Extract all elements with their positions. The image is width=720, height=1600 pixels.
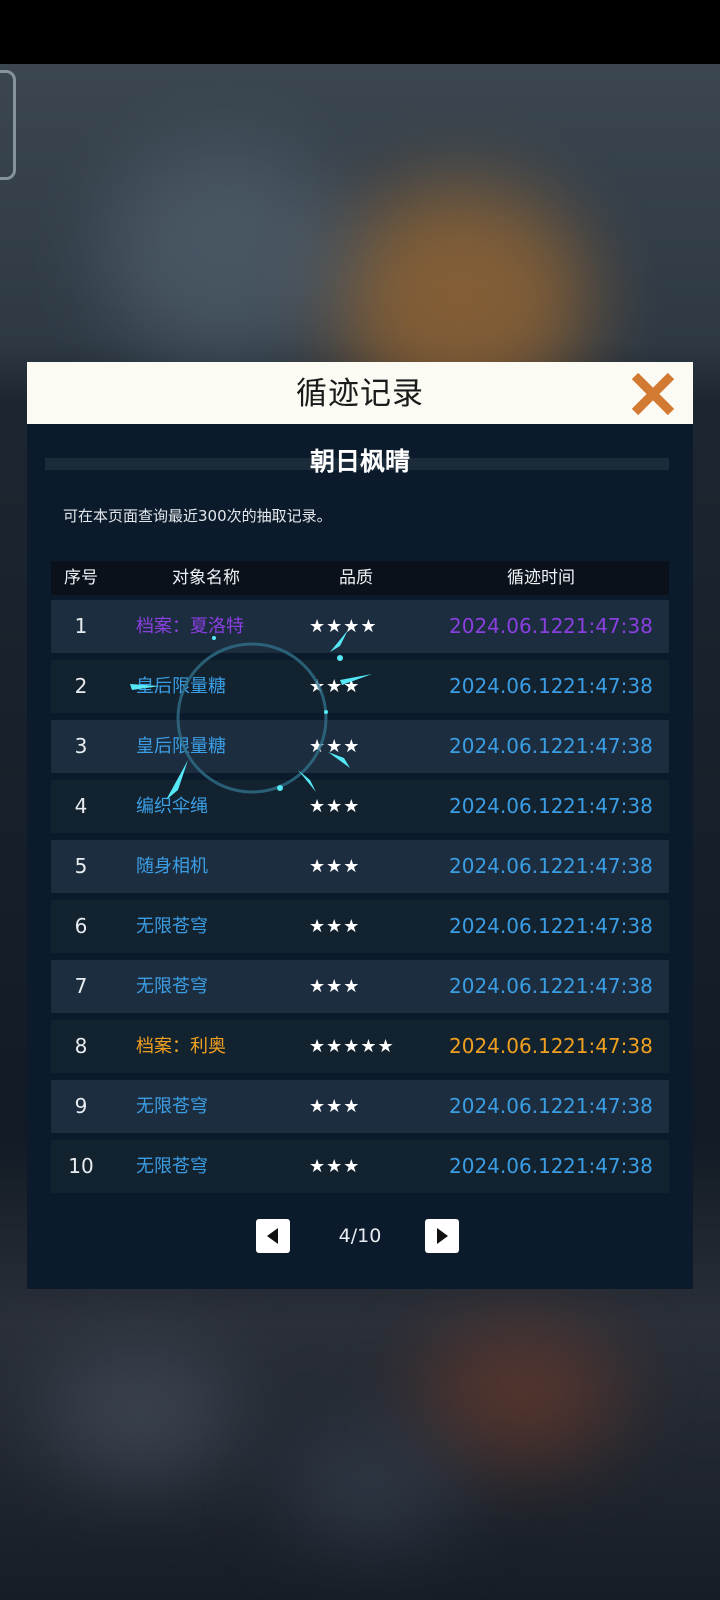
system-status-bar: [0, 0, 720, 64]
row-quality-stars: ★★★: [309, 1096, 361, 1117]
row-time: 21:47:38: [563, 1094, 653, 1118]
row-index: 4: [74, 794, 88, 818]
draw-history-dialog: 循迹记录 朝日枫晴 可在本页面查询最近300次的抽取记录。 序号 对象名称 品质…: [27, 362, 693, 1289]
table-row: 10 无限苍穹 ★★★ 2024.06.12 21:47:38: [51, 1140, 669, 1193]
row-date: 2024.06.12: [449, 854, 564, 878]
row-quality-stars: ★★★: [309, 916, 361, 937]
table-row: 2 皇后限量糖 ★★★ 2024.06.12 21:47:38: [51, 660, 669, 713]
row-index: 8: [74, 1034, 88, 1058]
row-date: 2024.06.12: [449, 674, 564, 698]
table-row: 7 无限苍穹 ★★★ 2024.06.12 21:47:38: [51, 960, 669, 1013]
row-date: 2024.06.12: [449, 974, 564, 998]
row-date: 2024.06.12: [449, 1034, 564, 1058]
row-index: 3: [74, 734, 88, 758]
row-time: 21:47:38: [563, 914, 653, 938]
row-index: 10: [68, 1154, 94, 1178]
close-button[interactable]: [629, 370, 677, 418]
row-quality-stars: ★★★: [309, 796, 361, 817]
row-time: 21:47:38: [563, 614, 653, 638]
row-item-name: 无限苍穹: [136, 1096, 208, 1117]
previous-page-button[interactable]: [256, 1219, 290, 1253]
row-date: 2024.06.12: [449, 1154, 564, 1178]
row-item-name: 皇后限量糖: [136, 676, 226, 697]
row-item-name: 随身相机: [136, 856, 208, 877]
row-time: 21:47:38: [563, 974, 653, 998]
row-quality-stars: ★★★: [309, 1156, 361, 1177]
next-page-button[interactable]: [425, 1219, 459, 1253]
row-index: 6: [74, 914, 88, 938]
side-back-button[interactable]: [0, 70, 16, 180]
row-date: 2024.06.12: [449, 794, 564, 818]
row-time: 21:47:38: [563, 854, 653, 878]
table-row: 3 皇后限量糖 ★★★ 2024.06.12 21:47:38: [51, 720, 669, 773]
table-row: 6 无限苍穹 ★★★ 2024.06.12 21:47:38: [51, 900, 669, 953]
table-row: 5 随身相机 ★★★ 2024.06.12 21:47:38: [51, 840, 669, 893]
row-quality-stars: ★★★★★: [309, 1036, 395, 1057]
row-index: 5: [74, 854, 88, 878]
header-time: 循迹时间: [507, 568, 575, 588]
row-quality-stars: ★★★: [309, 676, 361, 697]
row-time: 21:47:38: [563, 734, 653, 758]
triangle-left-icon: [267, 1228, 278, 1244]
row-date: 2024.06.12: [449, 914, 564, 938]
row-item-name: 无限苍穹: [136, 976, 208, 997]
page-indicator: 4/10: [338, 1225, 382, 1247]
triangle-right-icon: [437, 1228, 448, 1244]
dialog-title: 循迹记录: [296, 376, 424, 412]
header-index: 序号: [64, 568, 98, 588]
header-name: 对象名称: [172, 568, 240, 588]
row-time: 21:47:38: [563, 794, 653, 818]
row-quality-stars: ★★★: [309, 856, 361, 877]
row-item-name: 档案：利奥: [136, 1036, 226, 1057]
row-date: 2024.06.12: [449, 614, 564, 638]
history-note: 可在本页面查询最近300次的抽取记录。: [63, 507, 332, 525]
close-x-icon: [631, 372, 675, 416]
row-time: 21:47:38: [563, 1034, 653, 1058]
header-quality: 品质: [339, 568, 373, 588]
row-index: 7: [74, 974, 88, 998]
row-index: 2: [74, 674, 88, 698]
row-quality-stars: ★★★: [309, 976, 361, 997]
row-item-name: 无限苍穹: [136, 1156, 208, 1177]
row-date: 2024.06.12: [449, 734, 564, 758]
row-item-name: 皇后限量糖: [136, 736, 226, 757]
row-quality-stars: ★★★: [309, 736, 361, 757]
table-row: 1 档案：夏洛特 ★★★★ 2024.06.12 21:47:38: [51, 600, 669, 653]
table-row: 8 档案：利奥 ★★★★★ 2024.06.12 21:47:38: [51, 1020, 669, 1073]
row-quality-stars: ★★★★: [309, 616, 378, 637]
table-row: 4 编织伞绳 ★★★ 2024.06.12 21:47:38: [51, 780, 669, 833]
row-time: 21:47:38: [563, 674, 653, 698]
row-item-name: 无限苍穹: [136, 916, 208, 937]
table-row: 9 无限苍穹 ★★★ 2024.06.12 21:47:38: [51, 1080, 669, 1133]
row-index: 9: [74, 1094, 88, 1118]
row-date: 2024.06.12: [449, 1094, 564, 1118]
row-index: 1: [74, 614, 88, 638]
row-item-name: 档案：夏洛特: [136, 616, 244, 637]
table-header: 序号 对象名称 品质 循迹时间: [51, 561, 669, 595]
row-time: 21:47:38: [563, 1154, 653, 1178]
banner-title: 朝日枫晴: [309, 447, 410, 476]
row-item-name: 编织伞绳: [136, 796, 208, 817]
